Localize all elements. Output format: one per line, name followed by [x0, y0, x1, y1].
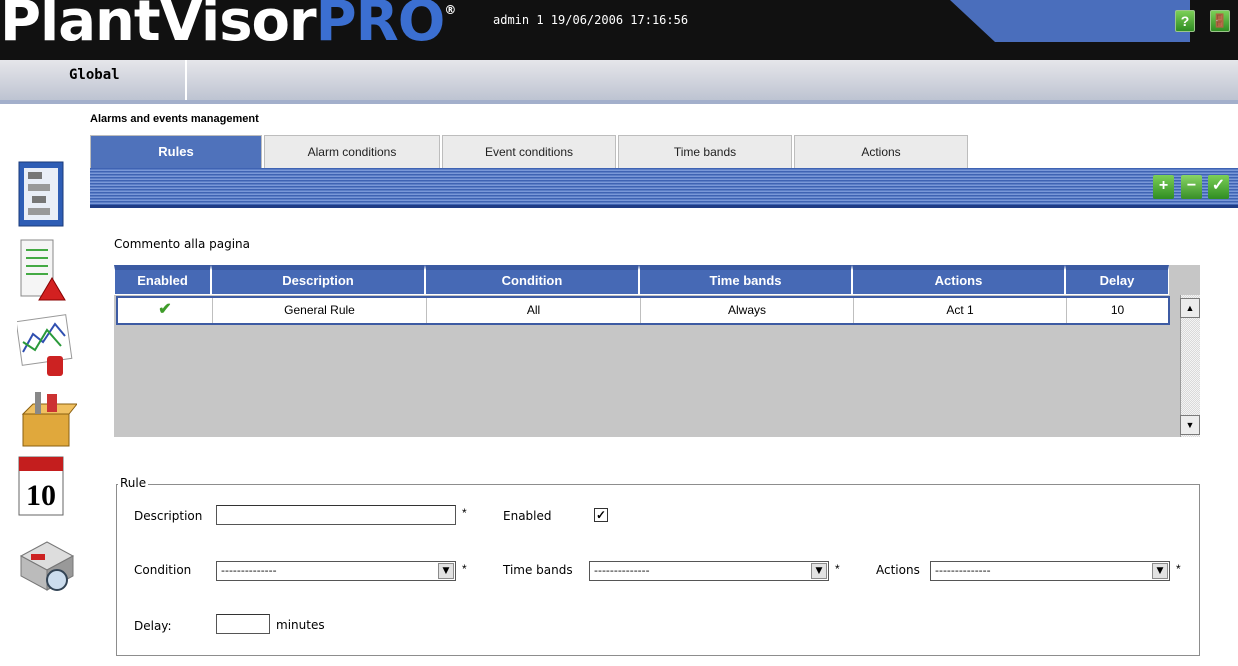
- tools-box-icon[interactable]: [17, 386, 79, 447]
- header-accent-band: [950, 0, 1190, 42]
- time-bands-select[interactable]: -------------- ▼: [589, 561, 829, 581]
- condition-select[interactable]: -------------- ▼: [216, 561, 456, 581]
- required-mark: *: [835, 562, 840, 576]
- description-input[interactable]: [216, 505, 456, 525]
- page-title: Alarms and events management: [90, 113, 259, 125]
- delay-label: Delay:: [134, 619, 172, 633]
- scroll-down-button[interactable]: ▼: [1180, 415, 1200, 435]
- alarm-report-icon[interactable]: [17, 238, 67, 301]
- header-bar: PlantVisorPRO® admin 1 19/06/2006 17:16:…: [0, 0, 1238, 60]
- app-window: PlantVisorPRO® admin 1 19/06/2006 17:16:…: [0, 0, 1238, 666]
- add-button[interactable]: +: [1153, 175, 1174, 199]
- chevron-down-icon[interactable]: ▼: [1152, 563, 1168, 579]
- session-info: admin 1 19/06/2006 17:16:56: [493, 13, 689, 27]
- tab-time-bands[interactable]: Time bands: [618, 135, 792, 168]
- chevron-down-icon[interactable]: ▼: [438, 563, 454, 579]
- global-nav-bar: Global: [0, 60, 1238, 104]
- table-row[interactable]: ✔ General Rule All Always Act 1 10: [116, 296, 1170, 325]
- actions-label: Actions: [876, 563, 920, 577]
- global-nav-item[interactable]: Global: [69, 67, 120, 83]
- toolbar-strip: [90, 168, 1238, 208]
- enabled-checkbox[interactable]: ✓: [594, 508, 608, 522]
- row-description: General Rule: [213, 298, 427, 323]
- rule-legend: Rule: [118, 476, 149, 490]
- site-map-icon[interactable]: [17, 160, 67, 227]
- column-header-enabled[interactable]: Enabled: [114, 265, 211, 295]
- exit-button[interactable]: 🚪: [1210, 10, 1230, 32]
- row-actions: Act 1: [854, 298, 1067, 323]
- required-mark: *: [462, 562, 467, 576]
- tab-event-conditions[interactable]: Event conditions: [442, 135, 616, 168]
- row-time-bands: Always: [641, 298, 854, 323]
- scroll-up-button[interactable]: ▲: [1180, 298, 1200, 318]
- chevron-down-icon[interactable]: ▼: [811, 563, 827, 579]
- nav-separator: [185, 60, 187, 104]
- confirm-button[interactable]: ✓: [1208, 175, 1229, 199]
- row-condition: All: [427, 298, 641, 323]
- delay-unit-label: minutes: [276, 618, 325, 632]
- app-logo: PlantVisorPRO®: [0, 0, 456, 54]
- graph-report-icon[interactable]: [15, 312, 73, 376]
- row-delay: 10: [1110, 303, 1125, 317]
- delay-input[interactable]: [216, 614, 270, 634]
- tab-rules[interactable]: Rules: [90, 135, 262, 168]
- nav-underline: [0, 100, 1238, 104]
- column-header-actions[interactable]: Actions: [852, 265, 1065, 295]
- tab-alarm-conditions[interactable]: Alarm conditions: [264, 135, 440, 168]
- condition-selected-value: --------------: [221, 564, 277, 577]
- enabled-check-icon: ✔: [118, 298, 213, 323]
- help-button[interactable]: ?: [1175, 10, 1195, 32]
- time-bands-label: Time bands: [503, 563, 573, 577]
- tab-actions[interactable]: Actions: [794, 135, 968, 168]
- time-bands-selected-value: --------------: [594, 564, 650, 577]
- column-header-description[interactable]: Description: [211, 265, 425, 295]
- actions-selected-value: --------------: [935, 564, 991, 577]
- enabled-label: Enabled: [503, 509, 552, 523]
- remove-button[interactable]: −: [1181, 175, 1202, 199]
- column-header-condition[interactable]: Condition: [425, 265, 639, 295]
- column-header-time-bands[interactable]: Time bands: [639, 265, 852, 295]
- description-label: Description: [134, 509, 203, 523]
- actions-select[interactable]: -------------- ▼: [930, 561, 1170, 581]
- condition-label: Condition: [134, 563, 192, 577]
- calendar-icon[interactable]: 10: [17, 453, 67, 516]
- required-mark: *: [462, 506, 467, 520]
- svg-text:10: 10: [26, 479, 56, 512]
- rules-table: Enabled Description Condition Time bands…: [114, 265, 1200, 437]
- device-plant-icon[interactable]: [17, 532, 75, 591]
- page-comment: Commento alla pagina: [114, 237, 251, 251]
- column-header-delay[interactable]: Delay: [1065, 265, 1169, 295]
- required-mark: *: [1176, 562, 1181, 576]
